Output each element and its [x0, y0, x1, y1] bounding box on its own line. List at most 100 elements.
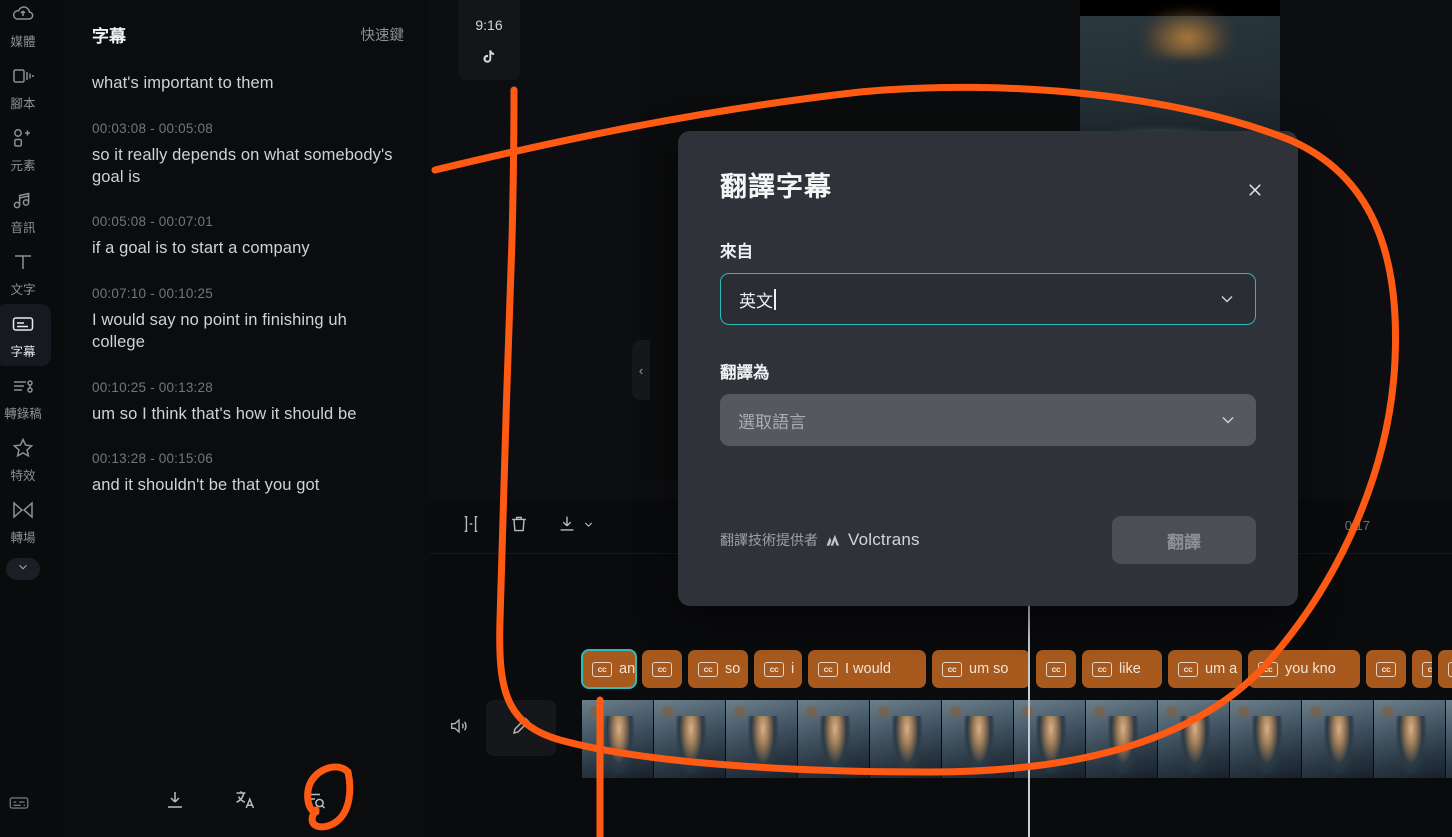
- caption-clip[interactable]: cc: [1412, 650, 1432, 688]
- caption-clip-label: you kno: [1285, 661, 1336, 677]
- subtitle-panel-header: 字幕 快速鍵: [60, 0, 430, 61]
- subtitle-text[interactable]: and it shouldn't be that you got: [92, 475, 402, 497]
- list-item[interactable]: 00:03:08 - 00:05:08 so it really depends…: [92, 121, 402, 189]
- cc-badge-icon: cc: [818, 661, 838, 677]
- cc-badge-icon: cc: [1258, 661, 1278, 677]
- sidebar-item-transitions[interactable]: 轉場: [0, 490, 51, 552]
- rail-expand-button[interactable]: [6, 558, 40, 580]
- search-list-icon: [303, 788, 327, 817]
- caption-clip[interactable]: cc um so: [932, 650, 1030, 688]
- video-thumbnail[interactable]: [654, 700, 726, 778]
- cc-badge-icon: cc: [764, 661, 784, 677]
- sidebar-item-transcript[interactable]: 轉錄稿: [0, 366, 51, 428]
- video-thumbnail[interactable]: [1158, 700, 1230, 778]
- caption-clip[interactable]: cc I would: [808, 650, 926, 688]
- subtitle-text[interactable]: um so I think that's how it should be: [92, 404, 402, 426]
- subtitle-list[interactable]: 00:02:00 - 00:03:08 what's important to …: [60, 61, 430, 721]
- video-thumbnail[interactable]: [1374, 700, 1446, 778]
- export-button[interactable]: [556, 513, 595, 540]
- powered-by-note: 翻譯技術提供者 Volctrans: [720, 530, 920, 550]
- caption-icon: [10, 311, 36, 337]
- caption-clip-label: so: [725, 661, 741, 677]
- sidebar-label: 文字: [10, 282, 36, 297]
- caption-clip[interactable]: ccand: [581, 649, 637, 689]
- to-language-select[interactable]: 選取語言: [720, 394, 1256, 446]
- caption-clip-label: I would: [845, 661, 891, 677]
- sidebar-label: 腳本: [10, 96, 36, 111]
- download-subtitles-button[interactable]: [158, 785, 192, 819]
- list-item[interactable]: 00:05:08 - 00:07:01 if a goal is to star…: [92, 214, 402, 260]
- caption-clip[interactable]: cc like: [1082, 650, 1162, 688]
- sidebar-item-effects[interactable]: 特效: [0, 428, 51, 490]
- cc-badge-icon: cc: [592, 661, 612, 677]
- mute-button[interactable]: [448, 715, 470, 742]
- rail-bottom-caption-icon[interactable]: [8, 792, 30, 819]
- list-item[interactable]: 00:07:10 - 00:10:25 I would say no point…: [92, 286, 402, 354]
- close-button[interactable]: [1242, 179, 1268, 205]
- chevron-down-icon[interactable]: [1217, 289, 1237, 309]
- chevron-down-icon[interactable]: [582, 518, 595, 536]
- preview-collapse-handle[interactable]: ‹: [632, 340, 650, 400]
- video-thumbnail[interactable]: [798, 700, 870, 778]
- video-thumbnail[interactable]: [582, 700, 654, 778]
- video-thumbnail[interactable]: [942, 700, 1014, 778]
- subtitle-text[interactable]: so it really depends on what somebody's …: [92, 145, 402, 189]
- video-thumbnail[interactable]: [870, 700, 942, 778]
- list-item[interactable]: 00:13:28 - 00:15:06 and it shouldn't be …: [92, 451, 402, 497]
- caption-clip[interactable]: cc you kno: [1248, 650, 1360, 688]
- sidebar-item-captions[interactable]: 字幕: [0, 304, 51, 366]
- subtitle-timecode: 00:13:28 - 00:15:06: [92, 451, 213, 467]
- subtitle-text[interactable]: if a goal is to start a company: [92, 238, 402, 260]
- script-icon: [10, 63, 36, 89]
- translate-submit-button[interactable]: 翻譯: [1112, 516, 1256, 564]
- translate-subtitles-button[interactable]: [228, 785, 262, 819]
- panel-title: 字幕: [92, 27, 126, 46]
- split-button[interactable]: [460, 513, 482, 540]
- from-language-select[interactable]: 英文: [720, 273, 1256, 325]
- to-language-label: 翻譯為: [720, 364, 770, 382]
- caption-clip[interactable]: cc: [1366, 650, 1406, 688]
- sidebar-item-audio[interactable]: 音訊: [0, 180, 51, 242]
- subtitle-text[interactable]: I would say no point in finishing uh col…: [92, 310, 402, 354]
- cc-badge-icon: cc: [1046, 661, 1066, 677]
- search-subtitles-button[interactable]: [298, 785, 332, 819]
- sidebar-item-script[interactable]: 腳本: [0, 56, 51, 118]
- pencil-icon: [509, 714, 533, 743]
- caption-clip[interactable]: cc so: [688, 650, 748, 688]
- subtitle-panel-footer: [60, 785, 430, 819]
- caption-clip[interactable]: cc: [642, 650, 682, 688]
- video-thumbnail[interactable]: [1230, 700, 1302, 778]
- preview-subject-hair: [1142, 8, 1232, 58]
- chevron-down-icon[interactable]: [1218, 410, 1238, 430]
- delete-button[interactable]: [508, 513, 530, 540]
- sidebar-item-media[interactable]: 媒體: [0, 0, 51, 56]
- subtitle-text[interactable]: what's important to them: [92, 73, 402, 95]
- sidebar-label: 字幕: [10, 344, 36, 359]
- video-thumbnail[interactable]: [726, 700, 798, 778]
- video-thumbnail[interactable]: [1086, 700, 1158, 778]
- list-item[interactable]: 00:10:25 - 00:13:28 um so I think that's…: [92, 380, 402, 426]
- caption-clip[interactable]: ccfr: [1438, 650, 1452, 688]
- speaker-icon: [448, 718, 470, 741]
- caption-clip[interactable]: cc um a: [1168, 650, 1242, 688]
- shortcuts-link[interactable]: 快速鍵: [361, 24, 405, 45]
- caption-clip-label: like: [1119, 661, 1141, 677]
- video-track[interactable]: [582, 700, 1452, 778]
- transcript-icon: [10, 373, 36, 399]
- caption-track[interactable]: ccandccccsocciccI wouldccum socccclikecc…: [430, 648, 1452, 690]
- cc-badge-icon: cc: [1448, 661, 1452, 677]
- dialog-footer: 翻譯技術提供者 Volctrans 翻譯: [720, 516, 1256, 564]
- list-item[interactable]: 00:02:00 - 00:03:08 what's important to …: [92, 61, 402, 95]
- sidebar-label: 媒體: [10, 34, 36, 49]
- caption-clip[interactable]: cc i: [754, 650, 802, 688]
- caption-clip[interactable]: cc: [1036, 650, 1076, 688]
- aspect-ratio-chip[interactable]: 9:16: [458, 0, 520, 80]
- video-thumbnail[interactable]: [1302, 700, 1374, 778]
- video-thumbnail[interactable]: [1014, 700, 1086, 778]
- cc-badge-icon: cc: [698, 661, 718, 677]
- sidebar-item-text[interactable]: 文字: [0, 242, 51, 304]
- caption-clip-label: um a: [1205, 661, 1238, 677]
- sidebar-item-elements[interactable]: 元素: [0, 118, 51, 180]
- video-thumbnail[interactable]: [1446, 700, 1452, 778]
- edit-clip-button[interactable]: [486, 700, 556, 756]
